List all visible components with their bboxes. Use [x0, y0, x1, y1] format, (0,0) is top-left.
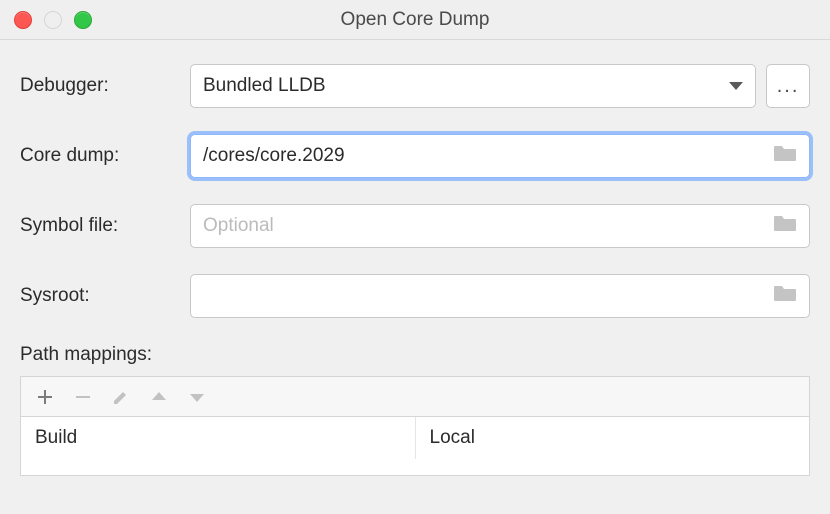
core-dump-label: Core dump: — [20, 145, 190, 167]
path-mappings-table: Build Local — [20, 416, 810, 476]
ellipsis-icon: ... — [777, 75, 800, 98]
minus-icon — [74, 388, 92, 406]
dialog-content: Debugger: Bundled LLDB ... Core dump: /c… — [0, 40, 830, 476]
symbol-file-input[interactable]: Optional — [190, 204, 810, 248]
move-up-button[interactable] — [141, 381, 177, 413]
debugger-label: Debugger: — [20, 75, 190, 97]
move-down-button[interactable] — [179, 381, 215, 413]
path-mappings-body — [21, 459, 809, 475]
remove-mapping-button[interactable] — [65, 381, 101, 413]
debugger-row: Debugger: Bundled LLDB ... — [20, 64, 810, 108]
edit-mapping-button[interactable] — [103, 381, 139, 413]
sysroot-input[interactable] — [190, 274, 810, 318]
path-mappings-label: Path mappings: — [20, 344, 810, 366]
debugger-more-button[interactable]: ... — [766, 64, 810, 108]
chevron-down-icon — [188, 390, 206, 404]
window-close-button[interactable] — [14, 11, 32, 29]
core-dump-value: /cores/core.2029 — [203, 145, 765, 167]
add-mapping-button[interactable] — [27, 381, 63, 413]
chevron-up-icon — [150, 390, 168, 404]
path-mappings-toolbar — [20, 376, 810, 416]
pencil-icon — [112, 388, 130, 406]
column-header-build[interactable]: Build — [21, 417, 416, 459]
debugger-select[interactable]: Bundled LLDB — [190, 64, 756, 108]
folder-icon[interactable] — [773, 283, 797, 309]
chevron-down-icon — [729, 82, 743, 90]
window-zoom-button[interactable] — [74, 11, 92, 29]
folder-icon[interactable] — [773, 143, 797, 169]
traffic-lights — [14, 11, 92, 29]
symbol-file-placeholder: Optional — [203, 215, 765, 237]
plus-icon — [36, 388, 54, 406]
column-header-local[interactable]: Local — [416, 417, 810, 459]
window-minimize-button[interactable] — [44, 11, 62, 29]
sysroot-row: Sysroot: — [20, 274, 810, 318]
window-title: Open Core Dump — [0, 9, 830, 31]
core-dump-row: Core dump: /cores/core.2029 — [20, 134, 810, 178]
sysroot-label: Sysroot: — [20, 285, 190, 307]
debugger-select-value: Bundled LLDB — [203, 75, 721, 97]
path-mappings-header: Build Local — [21, 417, 809, 459]
symbol-file-label: Symbol file: — [20, 215, 190, 237]
titlebar: Open Core Dump — [0, 0, 830, 40]
folder-icon[interactable] — [773, 213, 797, 239]
core-dump-input[interactable]: /cores/core.2029 — [190, 134, 810, 178]
symbol-file-row: Symbol file: Optional — [20, 204, 810, 248]
